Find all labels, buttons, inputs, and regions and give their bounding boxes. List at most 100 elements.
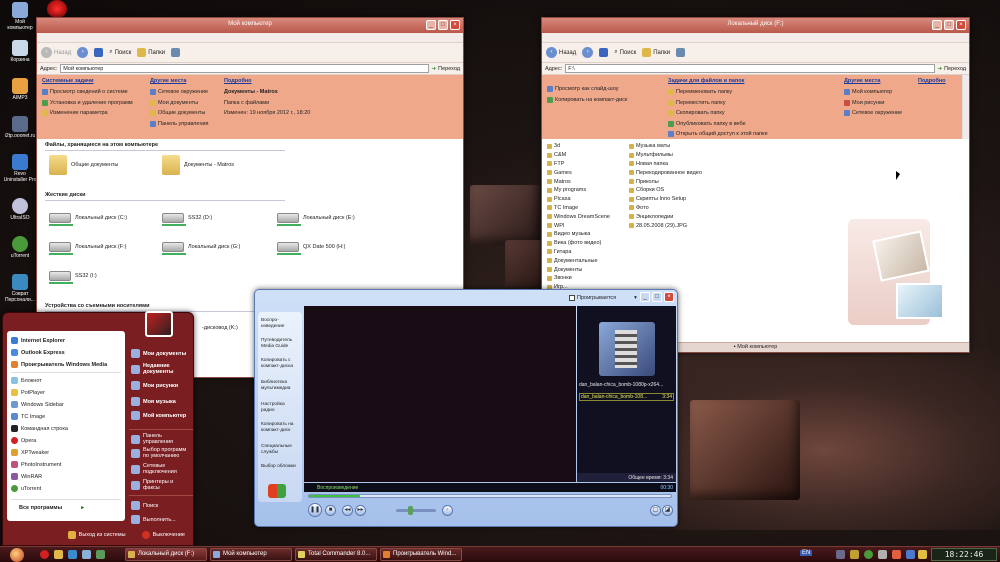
close-button[interactable]: ×: [664, 292, 674, 302]
drive-c[interactable]: Локальный диск (C:): [49, 213, 127, 226]
logoff-button[interactable]: Выход из системы: [67, 531, 126, 539]
address-input[interactable]: Мой компьютер: [60, 64, 429, 73]
task-copy-to-cd[interactable]: Копировать на компакт-диск: [547, 95, 627, 106]
task-rename[interactable]: Переименовать папку: [668, 87, 768, 98]
search-button[interactable]: ⌕ Поиск: [109, 49, 131, 56]
tray-app-icon[interactable]: [918, 550, 927, 559]
place-my-pictures[interactable]: Мои рисунки: [844, 98, 902, 109]
place-shared-documents[interactable]: Общие документы: [150, 108, 209, 119]
all-programs-button[interactable]: Все программы ▸: [19, 505, 84, 511]
details-heading[interactable]: Подробно: [918, 78, 946, 84]
forward-button[interactable]: ›: [77, 47, 89, 58]
tray-network-icon[interactable]: [836, 550, 845, 559]
file-tasks-heading[interactable]: Задачи для файлов и папок: [668, 78, 768, 84]
task-slideshow[interactable]: Просмотр как слайд-шоу: [547, 84, 627, 95]
file-item[interactable]: TC Image: [547, 204, 610, 213]
nav-library[interactable]: Библиотека мультимедиа: [261, 380, 299, 391]
place-control-panel[interactable]: Панель управления: [131, 433, 187, 445]
taskbar-button-total-commander[interactable]: Total Commander 8.0...: [295, 548, 377, 561]
recent-potplayer[interactable]: PotPlayer: [11, 389, 45, 396]
file-item[interactable]: Новая папка: [629, 160, 702, 169]
folders-button[interactable]: Папки: [137, 48, 165, 57]
task-system-info[interactable]: Просмотр сведений о системе: [42, 87, 133, 98]
nav-skin-chooser[interactable]: Выбор обложки: [261, 464, 299, 470]
nav-now-playing[interactable]: Воспро-изведение: [261, 318, 299, 329]
recent-photoinstrument[interactable]: PhotoInstrument: [11, 461, 61, 468]
views-icon[interactable]: [676, 48, 686, 57]
views-icon[interactable]: [171, 48, 181, 57]
mute-button[interactable]: ◦: [442, 505, 453, 516]
tray-app-icon[interactable]: [892, 550, 901, 559]
place-my-documents[interactable]: Мои документы: [150, 98, 209, 109]
task-share[interactable]: Открыть общий доступ к этой папке: [668, 129, 768, 140]
minimize-button[interactable]: _: [640, 292, 650, 302]
tray-app-icon[interactable]: [906, 550, 915, 559]
recent-opera[interactable]: Opera: [11, 437, 36, 444]
other-places-heading[interactable]: Другие места: [844, 78, 902, 84]
file-item[interactable]: Документы: [547, 265, 610, 274]
up-folder-icon[interactable]: [94, 48, 104, 57]
quicklaunch-opera-icon[interactable]: [40, 550, 49, 559]
taskbar-button-my-computer[interactable]: Мой компьютер: [210, 548, 292, 561]
task-copy[interactable]: Скопировать папку: [668, 108, 768, 119]
nav-radio[interactable]: Настройка радио: [261, 402, 299, 413]
recent-xptweaker[interactable]: XPTweaker: [11, 449, 49, 456]
window-titlebar[interactable]: Мой компьютер _ □ ×: [37, 18, 463, 33]
close-button[interactable]: ×: [450, 20, 460, 30]
file-item[interactable]: Picasa: [547, 195, 610, 204]
desktop-icon-recycle-bin[interactable]: Корзина: [2, 40, 38, 63]
place-run[interactable]: Выполнить...: [131, 515, 176, 524]
file-item[interactable]: Документальные: [547, 256, 610, 265]
task-add-remove[interactable]: Установка и удаление программ: [42, 98, 133, 109]
start-button[interactable]: [10, 548, 24, 562]
task-pane-scrollbar[interactable]: [962, 75, 969, 139]
desktop-icon-app[interactable]: Соврат Персонали...: [2, 274, 38, 303]
file-item[interactable]: Вика (фото видео): [547, 239, 610, 248]
recent-notepad[interactable]: Блокнот: [11, 377, 42, 384]
file-item[interactable]: WPI: [547, 221, 610, 230]
place-network[interactable]: Сетевое окружение: [150, 87, 209, 98]
address-input[interactable]: F:\: [565, 64, 935, 73]
place-my-pictures[interactable]: Мои рисунки: [131, 381, 178, 390]
forward-button[interactable]: ›: [582, 47, 594, 58]
file-item[interactable]: Звонки: [547, 274, 610, 283]
file-item[interactable]: 3d: [547, 142, 610, 151]
task-change-setting[interactable]: Изменение параметра: [42, 108, 133, 119]
back-button[interactable]: ‹ Назад: [546, 47, 576, 58]
taskbar-clock[interactable]: 18:22:46: [931, 548, 997, 561]
nav-services[interactable]: Специальные службы: [261, 444, 299, 455]
quicklaunch-desktop-icon[interactable]: [82, 550, 91, 559]
place-my-music[interactable]: Моя музыка: [131, 397, 176, 406]
playlist-item[interactable]: dan_balan-chica_bomb-108... 3:34: [579, 393, 674, 401]
drive-g[interactable]: Локальный диск (G:): [162, 242, 240, 255]
drive-k[interactable]: -дисковод (K:): [202, 325, 238, 331]
desktop-icon-my-computer[interactable]: Мой компьютер: [2, 2, 38, 31]
seek-bar[interactable]: [308, 494, 672, 498]
desktop-icon-ultraiso[interactable]: UltraISO: [2, 198, 38, 221]
volume-thumb[interactable]: [408, 506, 413, 515]
taskbar-button-local-disk-f[interactable]: Локальный диск (F:): [125, 548, 207, 561]
folders-button[interactable]: Папки: [642, 48, 670, 57]
file-item[interactable]: Музыка маты: [629, 142, 702, 151]
folder-documents-matros[interactable]: Документы - Matros: [162, 155, 234, 175]
play-pause-button[interactable]: ❚❚: [308, 503, 322, 517]
maximize-button[interactable]: □: [652, 292, 662, 302]
tray-utorrent-icon[interactable]: [864, 550, 873, 559]
file-item[interactable]: Мультфильмы: [629, 151, 702, 160]
video-area[interactable]: [304, 306, 576, 482]
wmp-now-playing-dropdown[interactable]: Проигрывается ▾: [569, 293, 649, 302]
recent-utorrent[interactable]: uTorrent: [11, 485, 41, 492]
tray-volume-icon[interactable]: [878, 550, 887, 559]
nav-media-guide[interactable]: Путеводитель Media Guide: [261, 338, 299, 349]
nav-burn-cd[interactable]: Копировать на компакт-диск: [261, 422, 299, 433]
place-printers[interactable]: Принтеры и факсы: [131, 479, 187, 491]
place-network[interactable]: Сетевое окружение: [844, 108, 902, 119]
place-control-panel[interactable]: Панель управления: [150, 119, 209, 130]
place-recent-documents[interactable]: Недавние документы: [131, 363, 187, 375]
file-item[interactable]: Перекодированное видео: [629, 168, 702, 177]
up-folder-icon[interactable]: [599, 48, 609, 57]
language-indicator[interactable]: EN: [800, 550, 813, 556]
place-default-programs[interactable]: Выбор программ по умолчанию: [131, 447, 191, 459]
file-item[interactable]: Скрипты Inno Setup: [629, 195, 702, 204]
quicklaunch-media-icon[interactable]: [68, 550, 77, 559]
